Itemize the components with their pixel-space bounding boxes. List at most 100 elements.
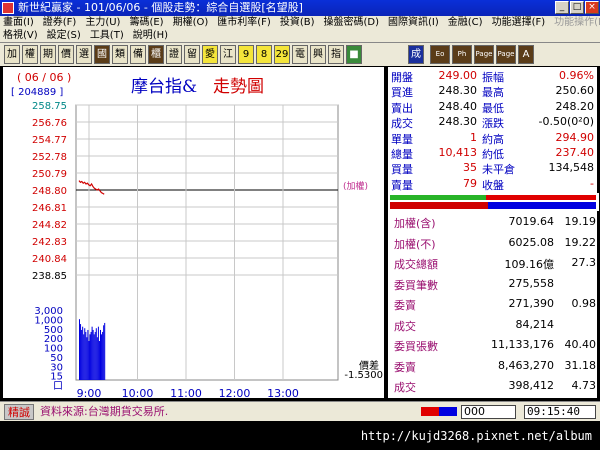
menu-item[interactable]: 國際資訊(I) [388, 17, 439, 28]
quote-row: 買量 35 未平倉 134,548 [388, 161, 599, 177]
menu-item[interactable]: 期權(O) [173, 17, 209, 28]
toolbar-button[interactable]: 加 [4, 45, 20, 64]
stats-label: 成交總額 [394, 258, 438, 271]
stats-label: 成交 [394, 381, 416, 394]
toolbar-button[interactable]: 櫃 [148, 45, 164, 64]
quote-label: 最高 [482, 86, 504, 100]
toolbar-button[interactable]: 類 [112, 45, 128, 64]
toolbar-button[interactable]: 江 [220, 45, 236, 64]
menu-item[interactable]: 工具(T) [90, 30, 124, 41]
data-source-text: 資料來源:台灣期貨交易所. [40, 405, 169, 418]
chart-panel: 258.75 256.76 254.77 252.78 250.79 248.80 246.… [2, 66, 385, 400]
x-tick-label: 11:00 [170, 387, 202, 400]
stats-row: 成交總額 109.16億 27.3 [388, 256, 599, 277]
quote-row: 開盤 249.00 振幅 0.96% [388, 69, 599, 85]
volume-bar [91, 326, 93, 380]
toolbar-button[interactable]: 指 [328, 45, 344, 64]
quote-value: 237.40 [555, 146, 595, 159]
volume-bar [89, 334, 91, 380]
toolbar-button[interactable]: Page [496, 45, 516, 64]
stats-value: 6025.08 [508, 235, 555, 249]
menu-item[interactable]: 證券(F) [43, 17, 77, 28]
y-tick-label: 240.84 [32, 254, 67, 265]
volume-bar [81, 329, 83, 380]
stats-value: 398,412 [508, 379, 555, 392]
toolbar-button[interactable]: Page [474, 45, 494, 64]
quote-value: 248.30 [438, 84, 478, 98]
x-tick-label: 13:00 [267, 387, 299, 400]
y-tick-label: 238.85 [32, 271, 67, 282]
spread-value: -1.5300 [344, 370, 383, 381]
clock-display: 09:15:40 [524, 405, 596, 419]
stats-value-secondary: 0.98 [571, 297, 597, 310]
quote-panel: 開盤 249.00 振幅 0.96% 買進 248.30 最高 250.60 賣出 248.40 最… [387, 66, 599, 399]
stats-value: 109.16億 [504, 258, 555, 271]
stats-label: 成交 [394, 319, 416, 333]
quote-label: 成交 [391, 117, 413, 131]
toolbar-button[interactable]: 權 [22, 45, 38, 64]
toolbar-button[interactable]: Eo [430, 45, 450, 64]
toolbar-button[interactable]: 29 [274, 45, 290, 64]
menu-item[interactable]: 投資(B) [280, 17, 315, 28]
quote-label: 賣量 [391, 178, 413, 192]
menu-item[interactable]: 畫面(I) [3, 17, 34, 28]
close-button[interactable]: × [585, 1, 599, 14]
stats-value-secondary: 31.18 [564, 358, 597, 372]
toolbar-button[interactable]: ■ [346, 45, 362, 64]
quote-label: 收盤 [482, 178, 504, 192]
quote-value: 248.30 [438, 115, 478, 129]
toolbar-button[interactable]: 選 [76, 45, 92, 64]
stats-label: 加權(含) [394, 217, 436, 230]
volume-bar [102, 331, 104, 380]
toolbar-button[interactable]: 興 [310, 45, 326, 64]
quote-value: 248.40 [438, 99, 478, 113]
plot-frame [75, 104, 339, 381]
menu-item[interactable]: 籌碼(E) [129, 17, 163, 28]
stats-row: 成交 84,214 [388, 318, 599, 339]
toolbar-button[interactable]: 愛 [202, 45, 218, 64]
menu-item[interactable]: 操盤密碼(D) [324, 17, 380, 28]
menu-item[interactable]: 匯市利率(F) [217, 17, 271, 28]
toolbar-button[interactable]: 證 [166, 45, 182, 64]
toolbar-button[interactable]: 成 [408, 45, 424, 64]
stats-value: 7019.64 [508, 215, 555, 228]
menu-item[interactable]: 格視(V) [3, 30, 38, 41]
toolbar-button[interactable]: 9 [238, 45, 254, 64]
toolbar-button[interactable]: 8 [256, 45, 272, 64]
toolbar-button[interactable]: Ph [452, 45, 472, 64]
stats-value: 271,390 [508, 297, 555, 310]
chart-title-symbol: 摩台指& [131, 77, 198, 97]
stats-value-secondary: 40.40 [564, 338, 597, 351]
stock-code-input[interactable]: 000 [461, 405, 516, 419]
quote-value: 79 [463, 176, 477, 190]
toolbar-button[interactable]: 國 [94, 45, 110, 64]
maximize-button[interactable]: □ [570, 1, 584, 14]
toolbar-button[interactable]: 留 [184, 45, 200, 64]
menu-item[interactable]: 說明(H) [133, 30, 168, 41]
volume-bar [97, 326, 99, 380]
stats-row: 委買筆數 275,558 [388, 277, 599, 298]
quote-row: 單量 1 約高 294.90 [388, 131, 599, 147]
y-tick-label: 248.80 [32, 186, 67, 197]
toolbar-button[interactable]: 價 [58, 45, 74, 64]
menu-item[interactable]: 金融(C) [448, 17, 483, 28]
menu-item[interactable]: 功能選擇(F) [492, 17, 546, 28]
volume-bar [103, 325, 105, 380]
menu-item[interactable]: 設定(S) [47, 30, 81, 41]
toolbar-button[interactable]: 備 [130, 45, 146, 64]
quote-label: 賣出 [391, 101, 413, 115]
toolbar-button[interactable]: 電 [292, 45, 308, 64]
quote-value: 134,548 [548, 161, 595, 175]
minimize-button[interactable]: _ [555, 1, 569, 14]
status-bar: 精誠 資料來源:台灣期貨交易所. 000 09:15:40 [0, 401, 600, 421]
stats-value: 84,214 [515, 317, 555, 331]
toolbar-button[interactable]: A [518, 45, 534, 64]
toolbar: 加權期價選國類備櫃證留愛江 9 8 29 電興指 ■ 成 Eo Ph Page Page A [0, 42, 600, 66]
quote-label: 約低 [482, 148, 504, 161]
volume-bar [93, 334, 95, 380]
quote-value: 10,413 [438, 146, 478, 159]
menu-item[interactable]: 主力(U) [85, 17, 120, 28]
watermark-strip: http://kujd3268.pixnet.net/album [0, 421, 600, 450]
quote-label: 買量 [391, 163, 413, 177]
toolbar-button[interactable]: 期 [40, 45, 56, 64]
